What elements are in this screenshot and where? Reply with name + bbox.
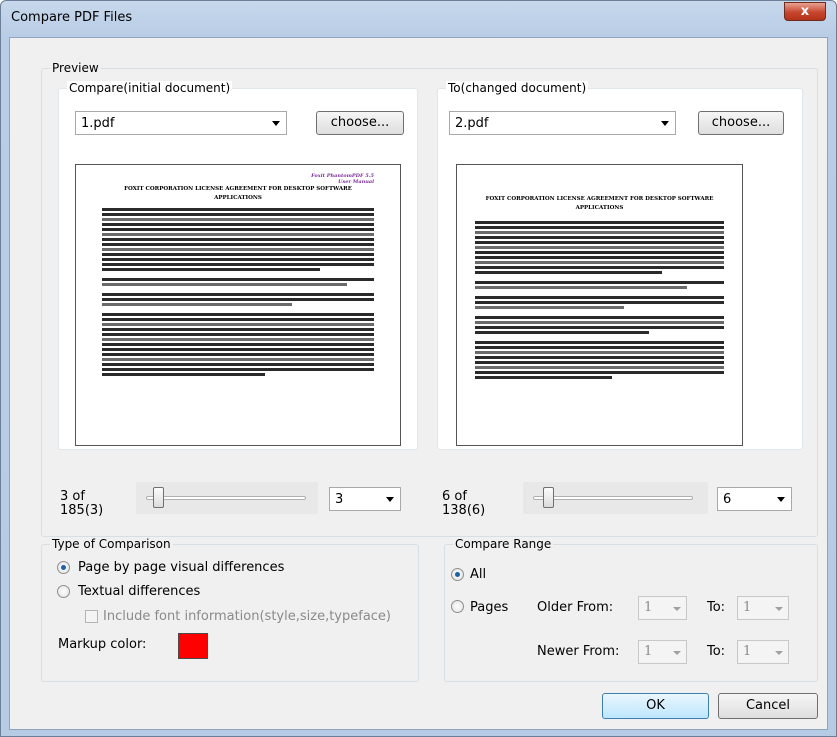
newer-from-label: Newer From: [537, 644, 620, 659]
chevron-down-icon [673, 607, 681, 611]
include-font-checkbox[interactable] [85, 610, 98, 623]
ok-button[interactable]: OK [602, 693, 709, 719]
changed-page-select[interactable]: 6 [717, 487, 792, 511]
initial-document-label: Compare(initial document) [67, 81, 233, 95]
choose-initial-button[interactable]: choose... [316, 111, 404, 135]
doc-title-text: FOXIT CORPORATION LICENSE AGREEMENT FOR … [124, 186, 352, 201]
initial-slider-thumb[interactable] [153, 487, 164, 508]
close-button[interactable]: x [784, 2, 826, 21]
title-bar[interactable]: Compare PDF Files x [1, 1, 836, 37]
initial-slider-track [146, 496, 306, 500]
comparison-type-group: Type of Comparison Page by page visual d… [41, 537, 419, 682]
range-pages-radio[interactable] [451, 600, 464, 613]
cancel-button[interactable]: Cancel [718, 693, 818, 719]
newer-from-select[interactable]: 1 [638, 640, 687, 664]
initial-file-select[interactable]: 1.pdf [75, 111, 287, 135]
doc-body-lines [102, 208, 374, 376]
doc-title-text: FOXIT CORPORATION LICENSE AGREEMENT FOR … [485, 196, 714, 211]
compare-pdf-dialog: Compare PDF Files x Preview Compare(init… [0, 0, 837, 737]
textual-diff-label[interactable]: Textual differences [78, 584, 200, 599]
changed-page-value: 6 [723, 491, 732, 507]
initial-page-count: 3 of 185(3) [60, 489, 104, 518]
chevron-down-icon [673, 651, 681, 655]
changed-slider-thumb[interactable] [543, 487, 554, 508]
initial-page-value: 3 [335, 491, 344, 507]
changed-file-value: 2.pdf [455, 115, 489, 131]
newer-to-select[interactable]: 1 [737, 640, 789, 664]
include-font-label: Include font information(style,size,type… [103, 609, 391, 624]
range-all-label[interactable]: All [470, 567, 486, 582]
chevron-down-icon [775, 651, 783, 655]
range-all-radio[interactable] [451, 568, 464, 581]
newer-to-value: 1 [743, 644, 752, 659]
older-from-value: 1 [644, 600, 653, 615]
initial-document-panel: Compare(initial document) 1.pdf choose..… [58, 81, 418, 450]
chevron-down-icon [777, 497, 785, 502]
changed-document-panel: To(changed document) 2.pdf choose... FOX… [437, 81, 803, 450]
chevron-down-icon [386, 497, 394, 502]
initial-file-value: 1.pdf [81, 115, 115, 131]
older-from-select[interactable]: 1 [638, 596, 687, 620]
older-to-label: To: [707, 600, 726, 615]
doc-body-lines [475, 221, 724, 379]
changed-file-select[interactable]: 2.pdf [449, 111, 676, 135]
choose-changed-button[interactable]: choose... [698, 111, 784, 135]
older-to-select[interactable]: 1 [737, 596, 789, 620]
comparison-type-label: Type of Comparison [50, 537, 173, 551]
changed-slider-track [533, 496, 693, 500]
markup-color-label: Markup color: [58, 637, 147, 652]
initial-page-select[interactable]: 3 [329, 487, 401, 511]
compare-range-group: Compare Range All Pages Older From: 1 To… [444, 537, 818, 682]
visual-diff-radio[interactable] [57, 561, 70, 574]
changed-page-preview: FOXIT CORPORATION LICENSE AGREEMENT FOR … [456, 164, 743, 446]
newer-from-value: 1 [644, 644, 653, 659]
range-pages-label[interactable]: Pages [470, 600, 508, 615]
older-to-value: 1 [743, 600, 752, 615]
preview-group-label: Preview [50, 61, 101, 75]
compare-range-label: Compare Range [453, 537, 554, 551]
dialog-title: Compare PDF Files [11, 10, 133, 25]
initial-page-preview: Foxit PhantomPDF 5.5 User Manual FOXIT C… [75, 164, 401, 446]
markup-color-swatch[interactable] [178, 633, 208, 659]
preview-group: Preview Compare(initial document) 1.pdf … [41, 61, 818, 537]
changed-document-label: To(changed document) [446, 81, 589, 95]
newer-to-label: To: [707, 644, 726, 659]
dialog-body: Preview Compare(initial document) 1.pdf … [9, 37, 828, 730]
initial-page-slider[interactable] [136, 482, 318, 514]
chevron-down-icon [775, 607, 783, 611]
changed-page-count: 6 of 138(6) [442, 489, 486, 518]
textual-diff-radio[interactable] [57, 585, 70, 598]
chevron-down-icon [661, 121, 669, 126]
changed-page-slider[interactable] [523, 482, 708, 514]
visual-diff-label[interactable]: Page by page visual differences [78, 560, 284, 575]
older-from-label: Older From: [537, 600, 614, 615]
doc-header-text: Foxit PhantomPDF 5.5 User Manual [311, 173, 374, 185]
chevron-down-icon [272, 121, 280, 126]
